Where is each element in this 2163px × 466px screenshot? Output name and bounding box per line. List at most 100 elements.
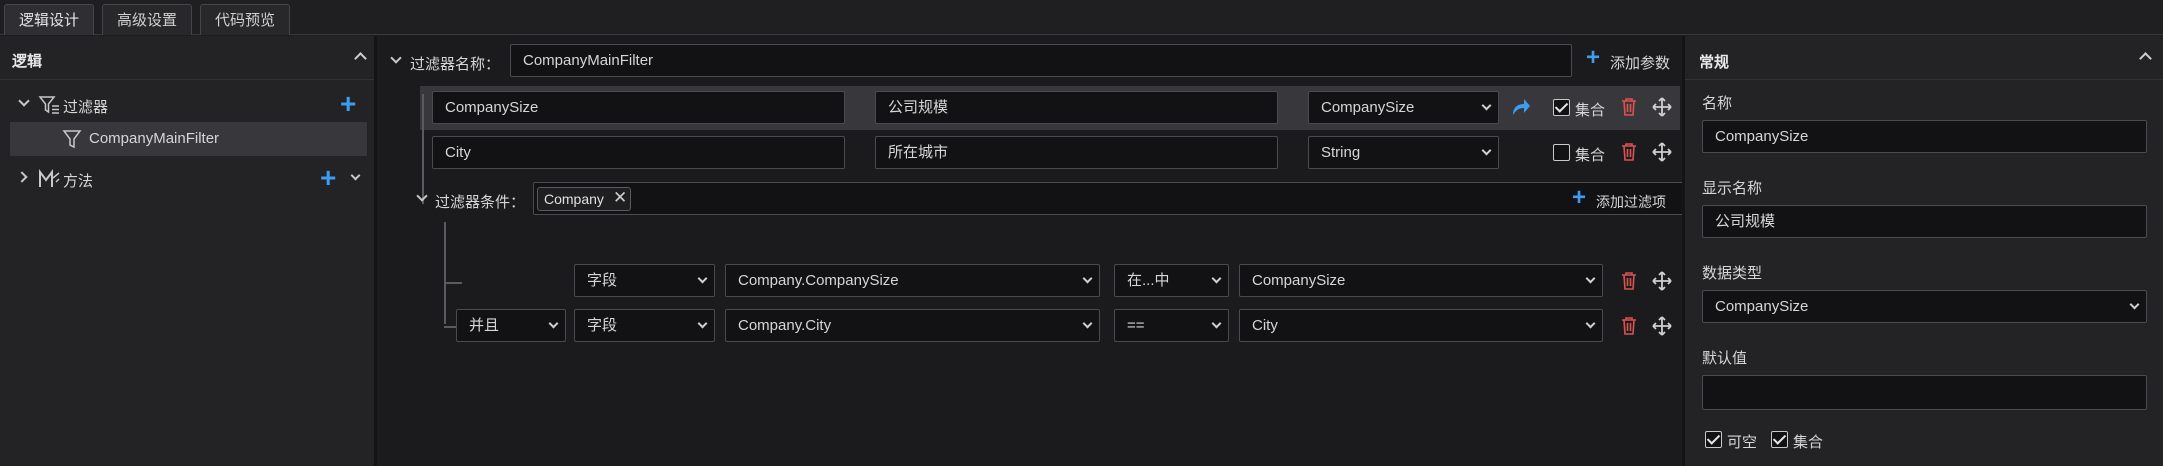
- condition-kind-value: 字段: [587, 317, 618, 334]
- add-method-dropdown-icon[interactable]: [350, 170, 361, 181]
- condition-operator-select[interactable]: 在...中: [1114, 264, 1229, 297]
- share-arrow-icon[interactable]: [1511, 98, 1531, 116]
- param-collection-checkbox[interactable]: [1553, 99, 1570, 116]
- tab-label: 逻辑设计: [19, 12, 80, 29]
- param-name-input[interactable]: CompanySize: [432, 91, 845, 124]
- param-collection-checkbox[interactable]: [1553, 144, 1570, 161]
- properties-panel-title: 常规: [1699, 54, 1730, 71]
- tree-node-filters[interactable]: 过滤器 +: [0, 88, 374, 122]
- tree-node-methods[interactable]: 方法 +: [0, 162, 374, 196]
- plus-icon: +: [1586, 44, 1601, 71]
- tree-item-companymainfilter[interactable]: CompanyMainFilter: [10, 122, 367, 156]
- collapse-condition-chevron-icon[interactable]: [416, 190, 428, 202]
- collapse-filter-chevron-icon[interactable]: [390, 52, 402, 64]
- delete-trash-icon[interactable]: [1620, 271, 1638, 291]
- filter-condition-label: 过滤器条件：: [435, 194, 526, 211]
- param-name-input[interactable]: City: [432, 136, 845, 169]
- param-type-select[interactable]: CompanySize: [1308, 91, 1499, 124]
- condition-operator-select[interactable]: ==: [1114, 309, 1229, 342]
- add-condition-label: 添加过滤项: [1596, 194, 1666, 210]
- plus-icon: +: [1572, 184, 1587, 211]
- chevron-down-icon: [1082, 318, 1093, 329]
- chevron-down-icon: [1585, 318, 1596, 329]
- tree-line: [444, 222, 446, 324]
- condition-logic-select[interactable]: 并且: [456, 309, 566, 342]
- filter-icon: [62, 130, 82, 149]
- delete-trash-icon[interactable]: [1620, 142, 1638, 162]
- expand-chevron-icon[interactable]: [18, 95, 30, 107]
- chevron-down-icon: [548, 318, 559, 329]
- add-method-icon[interactable]: +: [320, 164, 336, 192]
- tab-code-preview[interactable]: 代码预览: [200, 4, 291, 35]
- drag-move-icon[interactable]: [1652, 97, 1672, 117]
- add-parameter-button[interactable]: + 添加参数: [1586, 44, 1680, 74]
- condition-logic-value: 并且: [469, 317, 500, 334]
- chevron-down-icon: [1585, 273, 1596, 284]
- param-type-value: String: [1321, 144, 1361, 161]
- drag-move-icon[interactable]: [1652, 142, 1672, 162]
- chevron-down-icon: [1481, 100, 1492, 111]
- remove-tag-icon[interactable]: ✕: [613, 188, 627, 208]
- collection-checkbox[interactable]: [1771, 431, 1788, 448]
- name-input[interactable]: CompanySize: [1702, 120, 2147, 153]
- add-parameter-label: 添加参数: [1610, 55, 1671, 72]
- tab-label: 代码预览: [215, 12, 276, 29]
- condition-kind-select[interactable]: 字段: [574, 309, 715, 342]
- condition-field-value: Company.City: [738, 317, 832, 334]
- add-condition-button[interactable]: + 添加过滤项: [1572, 184, 1678, 214]
- delete-trash-icon[interactable]: [1620, 316, 1638, 336]
- properties-panel-header: 常规: [1685, 36, 2163, 80]
- tree-line: [444, 282, 462, 284]
- condition-field-select[interactable]: Company.CompanySize: [725, 264, 1100, 297]
- condition-field-select[interactable]: Company.City: [725, 309, 1100, 342]
- tab-bar: 逻辑设计 高级设置 代码预览: [0, 0, 2163, 35]
- collapse-panel-icon[interactable]: [354, 52, 367, 65]
- default-value-label: 默认值: [1702, 350, 1748, 367]
- chevron-down-icon: [1211, 318, 1222, 329]
- tree-node-label: 方法: [63, 173, 94, 190]
- drag-move-icon[interactable]: [1652, 271, 1672, 291]
- chevron-down-icon: [697, 273, 708, 284]
- chevron-down-icon: [697, 318, 708, 329]
- param-display-input[interactable]: 公司规模: [875, 91, 1278, 124]
- logic-panel-title: 逻辑: [12, 53, 43, 70]
- condition-kind-value: 字段: [587, 272, 618, 289]
- condition-value-select[interactable]: City: [1239, 309, 1603, 342]
- param-collection-label: 集合: [1575, 147, 1606, 164]
- expand-chevron-icon[interactable]: [16, 171, 28, 183]
- entity-tag[interactable]: Company ✕: [537, 187, 631, 211]
- properties-panel: 常规 名称 CompanySize 显示名称 公司规模 数据类型 Company…: [1682, 36, 2163, 466]
- condition-value-value: City: [1252, 317, 1278, 334]
- condition-value-select[interactable]: CompanySize: [1239, 264, 1603, 297]
- filter-name-label: 过滤器名称：: [410, 56, 501, 73]
- condition-field-value: Company.CompanySize: [738, 272, 899, 289]
- tab-logic-design[interactable]: 逻辑设计: [4, 4, 95, 35]
- collapse-panel-icon[interactable]: [2139, 52, 2152, 65]
- logic-tree-panel: 逻辑 过滤器 + CompanyMainFilter 方法 +: [0, 36, 377, 466]
- default-value-input[interactable]: [1702, 375, 2147, 410]
- entity-tag-label: Company: [544, 191, 604, 207]
- method-icon: [39, 169, 60, 187]
- filter-editor-panel: 过滤器名称： CompanyMainFilter + 添加参数 CompanyS…: [380, 36, 1938, 466]
- condition-operator-value: ==: [1127, 317, 1145, 334]
- param-display-input[interactable]: 所在城市: [875, 136, 1278, 169]
- display-name-input[interactable]: 公司规模: [1702, 205, 2147, 238]
- data-type-label: 数据类型: [1702, 265, 1763, 282]
- nullable-checkbox[interactable]: [1705, 431, 1722, 448]
- filter-icon: [38, 96, 59, 114]
- tree-line: [422, 94, 424, 204]
- param-type-select[interactable]: String: [1308, 136, 1499, 169]
- filter-name-input[interactable]: CompanyMainFilter: [510, 44, 1572, 77]
- name-label: 名称: [1702, 95, 1733, 112]
- condition-kind-select[interactable]: 字段: [574, 264, 715, 297]
- chevron-down-icon: [1481, 145, 1492, 156]
- add-filter-icon[interactable]: +: [340, 90, 356, 118]
- delete-trash-icon[interactable]: [1620, 97, 1638, 117]
- tab-label: 高级设置: [117, 12, 178, 29]
- drag-move-icon[interactable]: [1652, 316, 1672, 336]
- param-collection-label: 集合: [1575, 102, 1606, 119]
- display-name-label: 显示名称: [1702, 180, 1763, 197]
- chevron-down-icon: [1082, 273, 1093, 284]
- tab-advanced-settings[interactable]: 高级设置: [102, 4, 193, 35]
- data-type-select[interactable]: CompanySize: [1702, 290, 2147, 323]
